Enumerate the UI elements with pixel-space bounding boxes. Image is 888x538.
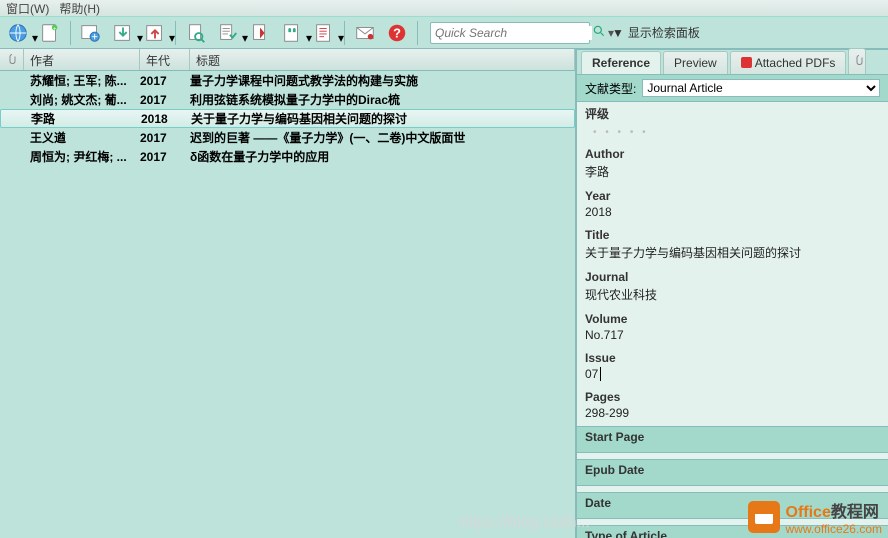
open-link-icon[interactable] — [246, 19, 274, 47]
text-cursor — [600, 367, 601, 381]
detail-pane: Reference Preview Attached PDFs 文献类型: Jo… — [577, 49, 888, 538]
find-fulltext-icon[interactable] — [182, 19, 210, 47]
column-headers: 作者 年代 标题 — [0, 49, 575, 71]
quick-search-input[interactable] — [435, 26, 592, 40]
startpage-label: Start Page — [585, 430, 880, 444]
show-search-panel[interactable]: ▼ 显示检索面板 — [612, 24, 700, 41]
issue-label: Issue — [585, 351, 880, 365]
volume-value[interactable]: No.717 — [585, 328, 624, 342]
quick-search-box[interactable]: ▾ — [430, 22, 590, 44]
search-icon[interactable] — [592, 24, 606, 41]
new-ref-icon[interactable]: + — [36, 19, 64, 47]
menu-window[interactable]: 窗口(W) — [6, 0, 49, 17]
reference-list-pane: 作者 年代 标题 苏耀恒; 王军; 陈...2017量子力学课程中问题式教学法的… — [0, 49, 577, 538]
format-icon[interactable]: ▾ — [310, 19, 338, 47]
author-label: Author — [585, 147, 880, 161]
main-area: 作者 年代 标题 苏耀恒; 王军; 陈...2017量子力学课程中问题式教学法的… — [0, 49, 888, 538]
type-label: 文献类型: — [585, 80, 636, 97]
help-icon[interactable]: ? — [383, 19, 411, 47]
import-icon[interactable]: ▾ — [109, 19, 137, 47]
rating-label: 评级 — [585, 105, 880, 122]
expand-icon: ▼ — [612, 26, 624, 40]
table-row[interactable]: 王义遒2017迟到的巨著 ——《量子力学》(一、二卷)中文版面世 — [0, 128, 575, 147]
online-search-icon[interactable] — [77, 19, 105, 47]
insert-citation-icon[interactable]: ▾ — [278, 19, 306, 47]
detail-tabs: Reference Preview Attached PDFs — [577, 50, 888, 75]
col-author[interactable]: 作者 — [24, 49, 140, 70]
svg-text:?: ? — [393, 25, 401, 40]
table-row[interactable]: 刘尚; 姚文杰; 葡...2017利用弦链系统模拟量子力学中的Dirac梳 — [0, 90, 575, 109]
table-row[interactable]: 李路2018关于量子力学与编码基因相关问题的探讨 — [0, 109, 575, 128]
issue-value[interactable]: 07 — [585, 367, 598, 381]
menubar: 窗口(W) 帮助(H) — [0, 0, 888, 16]
export-icon[interactable]: ▾ — [141, 19, 169, 47]
pdf-icon — [741, 57, 752, 68]
journal-value[interactable]: 现代农业科技 — [585, 288, 657, 302]
reference-rows: 苏耀恒; 王军; 陈...2017量子力学课程中问题式教学法的构建与实施 刘尚;… — [0, 71, 575, 538]
detail-fields: 评级 • • • • • Author 李路 Year 2018 Title 关于量子力… — [577, 102, 888, 538]
title-value[interactable]: 关于量子力学与编码基因相关问题的探讨 — [585, 246, 801, 260]
author-value[interactable]: 李路 — [585, 165, 609, 179]
year-label: Year — [585, 189, 880, 203]
rating-stars[interactable]: • • • • • — [585, 127, 649, 138]
date-label: Date — [585, 496, 880, 510]
menu-help[interactable]: 帮助(H) — [59, 0, 100, 17]
toolbar: ▾ + ▾ ▾ ▾ ▾ ▾ ? ▾ — [0, 16, 888, 49]
pages-label: Pages — [585, 390, 880, 404]
tab-reference[interactable]: Reference — [581, 51, 661, 74]
tab-preview[interactable]: Preview — [663, 51, 728, 74]
year-value[interactable]: 2018 — [585, 205, 612, 219]
col-attachment[interactable] — [0, 49, 24, 70]
table-row[interactable]: 周恒为; 尹红梅; ...2017δ函数在量子力学中的应用 — [0, 147, 575, 166]
tab-attached-pdfs[interactable]: Attached PDFs — [730, 51, 847, 74]
col-year[interactable]: 年代 — [140, 49, 190, 70]
table-row[interactable]: 苏耀恒; 王军; 陈...2017量子力学课程中问题式教学法的构建与实施 — [0, 71, 575, 90]
journal-label: Journal — [585, 270, 880, 284]
reference-type-row: 文献类型: Journal Article — [577, 75, 888, 102]
volume-label: Volume — [585, 312, 880, 326]
typeofarticle-label: Type of Article — [585, 529, 880, 538]
svg-text:+: + — [53, 26, 56, 32]
col-title[interactable]: 标题 — [190, 49, 575, 70]
epub-label: Epub Date — [585, 463, 880, 477]
email-icon[interactable] — [351, 19, 379, 47]
title-label: Title — [585, 228, 880, 242]
globe-icon[interactable]: ▾ — [4, 19, 32, 47]
fulltext-options-icon[interactable]: ▾ — [214, 19, 242, 47]
show-search-panel-label: 显示检索面板 — [628, 24, 700, 41]
pages-value[interactable]: 298-299 — [585, 406, 629, 420]
tab-attachment[interactable] — [848, 48, 866, 74]
reference-type-select[interactable]: Journal Article — [642, 79, 880, 97]
